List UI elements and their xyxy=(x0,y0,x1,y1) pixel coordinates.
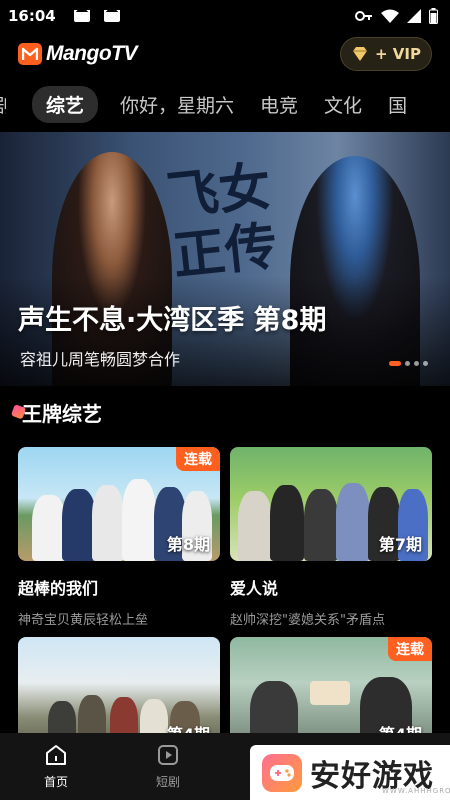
banner-pagination xyxy=(389,361,428,366)
show-thumbnail[interactable]: 连载 第8期 xyxy=(18,447,220,561)
pagination-dot[interactable] xyxy=(423,361,428,366)
watermark-url: WWW.AHHHGROUP xyxy=(382,787,450,795)
app-header: MangoTV + VIP xyxy=(0,32,450,76)
episode-label: 第8期 xyxy=(166,535,210,554)
nav-home[interactable]: 首页 xyxy=(0,733,112,800)
tab-variety[interactable]: 综艺 xyxy=(32,85,99,123)
tab-drama[interactable]: 剧 xyxy=(0,91,6,118)
vip-button[interactable]: + VIP xyxy=(340,37,432,71)
episode-label: 第7期 xyxy=(378,535,422,554)
tab-culture[interactable]: 文化 xyxy=(324,91,362,118)
nav-short-drama[interactable]: 短剧 xyxy=(112,733,224,800)
show-thumbnail[interactable]: 第7期 xyxy=(230,447,432,561)
gamepad-icon xyxy=(262,753,302,792)
hero-banner[interactable]: 飞女正传 声生不息·大湾区季 第8期 容祖儿周笔畅圆梦合作 xyxy=(0,132,450,386)
watermark: 安好游戏 WWW.AHHHGROUP xyxy=(250,745,450,800)
wifi-icon xyxy=(381,9,399,23)
mango-logo-icon xyxy=(18,43,42,65)
status-time: 16:04 xyxy=(8,7,56,25)
app-notification-icon xyxy=(103,10,120,22)
serializing-badge: 连载 xyxy=(388,637,432,661)
serializing-badge: 连载 xyxy=(176,447,220,471)
pagination-dot[interactable] xyxy=(414,361,419,366)
category-tabs: 剧 综艺 你好，星期六 电竞 文化 国 xyxy=(0,84,450,124)
show-title: 爱人说 xyxy=(230,579,279,598)
signal-icon xyxy=(407,9,421,23)
diamond-icon xyxy=(353,47,367,61)
nav-short-drama-label: 短剧 xyxy=(155,775,180,789)
show-card[interactable]: 第7期 爱人说 赵帅深挖"婆媳关系"矛盾点 xyxy=(230,447,432,628)
tab-esports[interactable]: 电竞 xyxy=(260,91,298,118)
section-title: 王牌综艺 xyxy=(10,398,102,427)
nav-home-label: 首页 xyxy=(43,775,68,789)
vip-label: + VIP xyxy=(375,45,421,63)
play-icon xyxy=(158,745,178,765)
brand-name: MangoTV xyxy=(46,42,138,65)
status-bar: 16:04 xyxy=(0,0,450,32)
banner-subtitle: 容祖儿周笔畅圆梦合作 xyxy=(20,350,181,369)
mangotv-logo[interactable]: MangoTV xyxy=(18,42,138,66)
show-title: 超棒的我们 xyxy=(18,579,99,598)
section-title-text: 王牌综艺 xyxy=(22,402,102,426)
app-notification-icon xyxy=(73,10,90,22)
battery-icon xyxy=(429,8,438,24)
tab-more[interactable]: 国 xyxy=(388,91,407,118)
banner-title: 声生不息·大湾区季 第8期 xyxy=(18,305,327,336)
pagination-dot[interactable] xyxy=(389,361,401,366)
key-icon xyxy=(355,11,372,21)
home-icon xyxy=(46,745,66,765)
show-description: 赵帅深挖"婆媳关系"矛盾点 xyxy=(230,613,385,628)
show-card[interactable]: 连载 第8期 超棒的我们 神奇宝贝黄辰轻松上垒 xyxy=(18,447,220,628)
show-description: 神奇宝贝黄辰轻松上垒 xyxy=(18,613,149,628)
tab-hello-saturday[interactable]: 你好，星期六 xyxy=(120,91,234,118)
pagination-dot[interactable] xyxy=(405,361,410,366)
